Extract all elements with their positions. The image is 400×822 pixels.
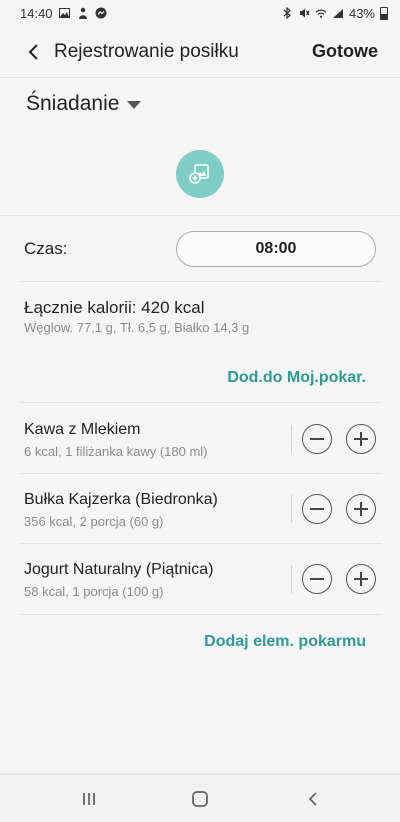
- food-item[interactable]: Bułka Kajzerka (Biedronka) 356 kcal, 2 p…: [0, 473, 400, 543]
- food-detail: 356 kcal, 2 porcja (60 g): [24, 514, 164, 529]
- minus-icon: [310, 438, 324, 440]
- increase-button[interactable]: [346, 424, 376, 454]
- status-bar: 14:40 43%: [0, 0, 400, 26]
- app-bar: Rejestrowanie posiłku Gotowe: [0, 26, 400, 78]
- separator: [291, 565, 292, 593]
- navigation-bar: [0, 774, 400, 822]
- divider: [20, 281, 382, 282]
- battery-icon: [380, 6, 388, 20]
- signal-icon: [332, 7, 344, 19]
- total-calories: Łącznie kalorii: 420 kcal: [24, 298, 205, 317]
- recents-button[interactable]: [77, 787, 101, 811]
- decrease-button[interactable]: [302, 424, 332, 454]
- meal-type-dropdown[interactable]: Śniadanie: [26, 92, 142, 116]
- decrease-button[interactable]: [302, 564, 332, 594]
- app-notification-icon: [77, 7, 89, 19]
- time-label: Czas:: [24, 239, 68, 258]
- battery-percent: 43%: [348, 5, 375, 21]
- minus-icon: [310, 578, 324, 580]
- chevron-left-icon: [28, 43, 38, 60]
- back-button[interactable]: [22, 40, 46, 64]
- food-detail: 58 kcal, 1 porcja (100 g): [24, 584, 164, 599]
- food-item[interactable]: Kawa z Mlekiem 6 kcal, 1 filiżanka kawy …: [0, 403, 400, 473]
- macros-summary: Węglow. 77,1 g, Tł. 6,5 g, Białko 14,3 g: [24, 320, 250, 335]
- plus-icon: [360, 432, 362, 446]
- done-button[interactable]: Gotowe: [312, 41, 378, 62]
- home-icon: [192, 791, 208, 807]
- divider: [20, 614, 382, 615]
- plus-icon: [360, 502, 362, 516]
- add-photo-button[interactable]: [176, 150, 224, 198]
- time-picker[interactable]: 08:00: [176, 231, 376, 267]
- caret-down-icon: [127, 101, 142, 109]
- plus-icon: [360, 572, 362, 586]
- minus-icon: [310, 508, 324, 510]
- home-button[interactable]: [188, 787, 212, 811]
- add-food-item-link[interactable]: Dodaj elem. pokarmu: [204, 633, 366, 651]
- food-name: Bułka Kajzerka (Biedronka): [24, 491, 218, 508]
- separator: [291, 495, 292, 523]
- status-time: 14:40: [20, 5, 53, 21]
- food-item[interactable]: Jogurt Naturalny (Piątnica) 58 kcal, 1 p…: [0, 543, 400, 613]
- separator: [291, 425, 292, 453]
- decrease-button[interactable]: [302, 494, 332, 524]
- increase-button[interactable]: [346, 564, 376, 594]
- food-name: Jogurt Naturalny (Piątnica): [24, 561, 214, 578]
- gallery-notification-icon: [59, 7, 71, 19]
- increase-button[interactable]: [346, 494, 376, 524]
- divider: [0, 215, 400, 216]
- meal-type-label: Śniadanie: [26, 92, 120, 115]
- add-to-my-foods-link[interactable]: Dod.do Moj.pokar.: [227, 369, 366, 387]
- food-name: Kawa z Mlekiem: [24, 421, 141, 438]
- nav-back-button[interactable]: [301, 787, 325, 811]
- bluetooth-icon: [281, 7, 293, 19]
- recents-icon: [83, 793, 95, 805]
- page-title: Rejestrowanie posiłku: [54, 40, 239, 62]
- wifi-icon: [315, 7, 327, 19]
- food-detail: 6 kcal, 1 filiżanka kawy (180 ml): [24, 444, 208, 459]
- mute-icon: [298, 7, 310, 19]
- back-icon: [308, 792, 317, 806]
- add-photo-icon: [189, 164, 209, 184]
- messenger-icon: [95, 7, 107, 19]
